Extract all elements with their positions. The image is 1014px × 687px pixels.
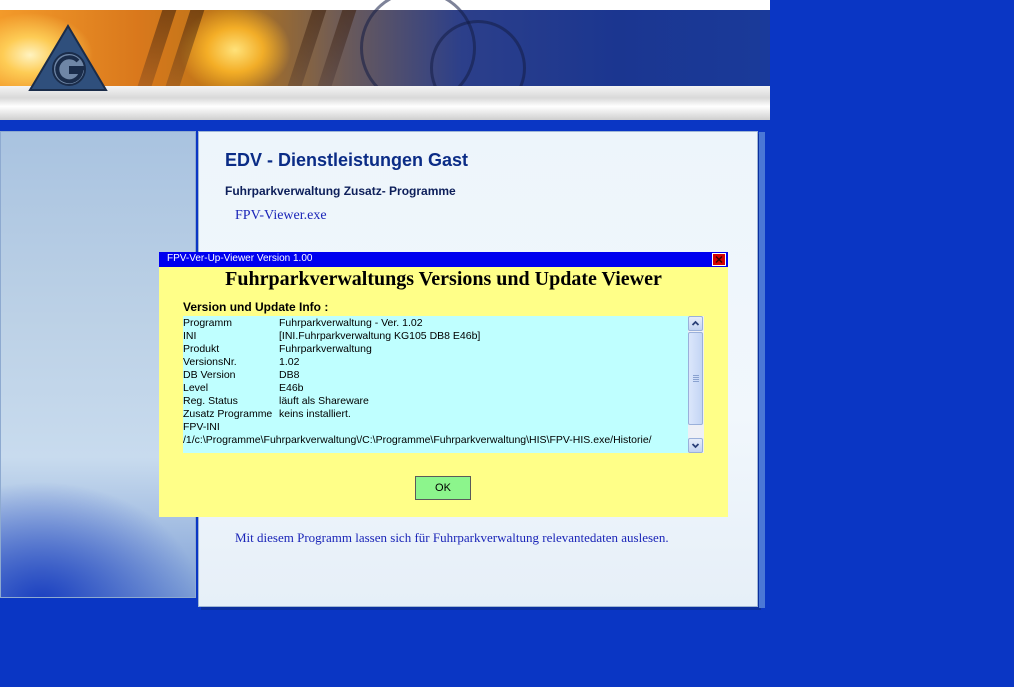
info-scrollbar[interactable] (688, 316, 704, 453)
grip-line (693, 381, 699, 382)
scroll-up-icon[interactable] (688, 316, 703, 331)
info-value: Fuhrparkverwaltung (279, 343, 372, 355)
info-row: Zusatz Programme keins installiert. (183, 408, 689, 421)
info-key: INI (183, 330, 197, 342)
close-icon[interactable] (712, 253, 726, 266)
version-info-textbox[interactable]: Programm Fuhrparkverwaltung - Ver. 1.02 … (183, 316, 703, 453)
dialog-title: FPV-Ver-Up-Viewer Version 1.00 (167, 253, 313, 264)
info-key: Level (183, 382, 209, 394)
info-key: Zusatz Programme (183, 408, 273, 420)
info-key: DB Version (183, 369, 236, 381)
info-key: Reg. Status (183, 395, 238, 407)
page-title: EDV - Dienstleistungen Gast (225, 150, 469, 170)
info-row: Reg. Status läuft als Shareware (183, 395, 689, 408)
page-subtitle: Fuhrparkverwaltung Zusatz- Programme (225, 184, 456, 198)
grip-line (693, 375, 699, 376)
info-key: Programm (183, 317, 233, 329)
banner-bottom-line (0, 120, 770, 125)
info-row: Produkt Fuhrparkverwaltung (183, 343, 689, 356)
info-key: FPV-INI (183, 421, 220, 433)
grip-line (693, 379, 699, 380)
info-row: INI [INI.Fuhrparkverwaltung KG105 DB8 E4… (183, 330, 689, 343)
version-viewer-dialog: FPV-Ver-Up-Viewer Version 1.00 Fuhrparkv… (159, 252, 728, 517)
dialog-titlebar[interactable]: FPV-Ver-Up-Viewer Version 1.00 (159, 252, 728, 267)
dialog-heading: Fuhrparkverwaltungs Versions und Update … (225, 268, 662, 290)
info-row: VersionsNr. 1.02 (183, 356, 689, 369)
info-path-row: /1/c:\Programme\Fuhrparkverwaltung\/C:\P… (183, 434, 689, 447)
info-value: 1.02 (279, 356, 300, 368)
info-key: Produkt (183, 343, 220, 355)
banner-shade (0, 86, 770, 120)
info-value: [INI.Fuhrparkverwaltung KG105 DB8 E46b] (279, 330, 481, 342)
ok-button[interactable]: OK (415, 476, 471, 500)
info-label: Version und Update Info : (183, 300, 329, 314)
fpv-viewer-exe-link[interactable]: FPV-Viewer.exe (235, 208, 327, 224)
info-path: /1/c:\Programme\Fuhrparkverwaltung\/C:\P… (183, 434, 652, 446)
header-banner (0, 0, 770, 125)
scroll-down-icon[interactable] (688, 438, 703, 453)
scrollbar-thumb[interactable] (688, 332, 703, 425)
info-row: Level E46b (183, 382, 689, 395)
info-row: FPV-INI (183, 421, 689, 434)
grip-line (693, 377, 699, 378)
banner-photo (0, 0, 770, 116)
info-value: E46b (279, 382, 304, 394)
banner-beam (317, 10, 357, 86)
program-description: Mit diesem Programm lassen sich für Fuhr… (235, 530, 669, 545)
info-value: keins installiert. (279, 408, 351, 420)
info-key: VersionsNr. (183, 356, 237, 368)
info-value: läuft als Shareware (279, 395, 369, 407)
triangle-g-logo-icon (28, 24, 108, 92)
info-value: DB8 (279, 369, 300, 381)
info-row: DB Version DB8 (183, 369, 689, 382)
info-value: Fuhrparkverwaltung - Ver. 1.02 (279, 317, 423, 329)
info-row: Programm Fuhrparkverwaltung - Ver. 1.02 (183, 317, 689, 330)
